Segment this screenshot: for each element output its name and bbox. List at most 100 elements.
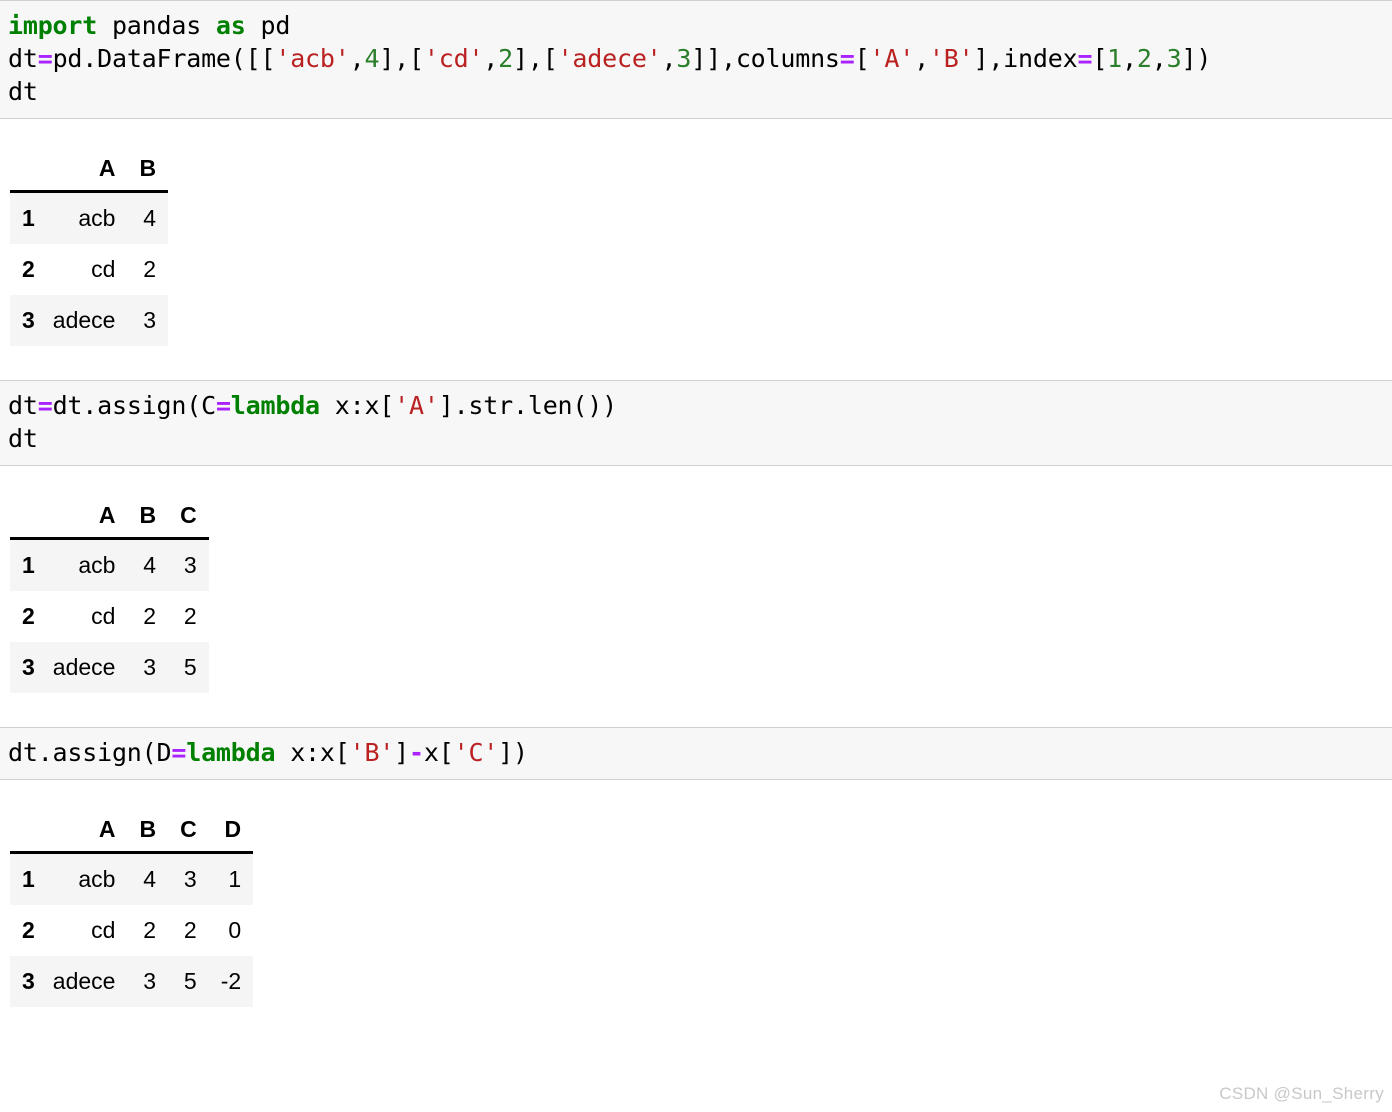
code-token-op: - (409, 738, 424, 767)
table-row: 1 acb 4 3 (10, 538, 209, 591)
code-token-plain: ]) (1181, 44, 1212, 73)
table-row: 2 cd 2 2 0 (10, 905, 254, 956)
cell-c: 5 (168, 956, 209, 1007)
table-row: 1 acb 4 3 1 (10, 852, 254, 905)
cell-b: 4 (127, 852, 169, 905)
code-token-plain: ].str.len()) (438, 391, 617, 420)
column-header-b: B (127, 810, 169, 854)
code-source: dt.assign(D=lambda x:x['B']-x['C']) (8, 736, 1392, 769)
cell-b: 3 (127, 642, 169, 693)
code-token-plain: , (349, 44, 365, 73)
cell-b: 3 (127, 295, 169, 346)
code-token-plain: , (661, 44, 677, 73)
code-token-str: 'A' (394, 391, 439, 420)
code-token-str: 'adece' (557, 44, 662, 73)
cell-a: adece (40, 295, 128, 346)
table-index-header (10, 496, 41, 540)
cell-c: 2 (168, 591, 209, 642)
dataframe-table: A B C 1 acb 4 3 2 cd 2 2 3 adece 3 5 (10, 496, 209, 693)
code-token-plain: ] (394, 738, 410, 767)
code-token-str: 'acb' (275, 44, 350, 73)
cell-2-assign-c[interactable]: dt=dt.assign(C=lambda x:x['A'].str.len()… (0, 380, 1392, 466)
table-row: 2 cd 2 (10, 244, 169, 295)
code-token-str: 'cd' (423, 44, 484, 73)
code-token-str: 'B' (928, 44, 974, 73)
output-spacer (0, 1007, 1392, 1041)
cell-spacer (0, 780, 1392, 810)
code-token-plain: [ (854, 44, 870, 73)
code-token-plain: dt (8, 44, 38, 73)
table-header-row: ABCD (10, 810, 254, 854)
code-token-num: 2 (1136, 44, 1152, 73)
cell-d: 1 (208, 852, 254, 905)
code-token-kw: lambda (230, 391, 320, 420)
cell-b: 2 (127, 591, 169, 642)
code-token-plain: [ (1092, 44, 1108, 73)
code-token-plain: ],[ (379, 44, 424, 73)
output-1-dataframe-ab: A B 1 acb 4 2 cd 2 3 adece 3 (0, 149, 1392, 346)
table-body: 1 acb 4 3 2 cd 2 2 3 adece 3 5 (10, 538, 209, 693)
code-token-plain: dt.assign(C (52, 391, 217, 420)
code-token-plain: ],[ (513, 44, 558, 73)
row-index-label: 2 (10, 591, 41, 642)
dataframe-table: A B 1 acb 4 2 cd 2 3 adece 3 (10, 149, 169, 346)
code-token-plain: ]) (498, 738, 528, 767)
row-index-label: 3 (10, 642, 41, 693)
cell-a: adece (40, 956, 128, 1007)
code-token-plain: pd (245, 11, 291, 40)
column-header-a: A (40, 496, 128, 540)
code-token-plain: ],index (973, 44, 1078, 73)
code-token-plain: , (483, 44, 499, 73)
code-token-kw: import (8, 11, 98, 40)
code-token-plain: x:x[ (319, 391, 395, 420)
table-row: 1 acb 4 (10, 191, 169, 244)
row-index-label: 2 (10, 905, 41, 956)
cell-d: 0 (208, 905, 254, 956)
column-header-c: C (168, 810, 209, 854)
table-index-header (10, 149, 41, 193)
code-token-num: 2 (498, 44, 514, 73)
table-row: 3 adece 3 (10, 295, 169, 346)
row-index-label: 1 (10, 852, 41, 905)
code-token-plain: , (914, 44, 929, 73)
code-token-plain: pd.DataFrame([[ (52, 44, 276, 73)
table-index-header (10, 810, 41, 854)
cell-a: cd (40, 905, 128, 956)
code-token-plain: x[ (423, 738, 454, 767)
table-row: 3 adece 3 5 (10, 642, 209, 693)
code-token-op: = (171, 738, 187, 767)
table-row: 2 cd 2 2 (10, 591, 209, 642)
cell-a: cd (40, 244, 128, 295)
code-token-plain: , (1122, 44, 1137, 73)
table-header: ABC (10, 496, 209, 540)
cell-b: 4 (127, 191, 169, 244)
code-token-op: = (37, 391, 53, 420)
cell-c: 3 (168, 852, 209, 905)
code-token-num: 3 (1166, 44, 1182, 73)
cell-c: 2 (168, 905, 209, 956)
cell-spacer (0, 466, 1392, 496)
table-body: 1 acb 4 2 cd 2 3 adece 3 (10, 191, 169, 346)
notebook-root: import pandas as pd dt=pd.DataFrame([['a… (0, 0, 1392, 1041)
code-token-plain: dt.assign(D (8, 738, 172, 767)
cell-a: adece (40, 642, 128, 693)
cell-b: 3 (127, 956, 169, 1007)
output-spacer (0, 693, 1392, 727)
column-header-a: A (40, 149, 128, 193)
code-token-op: = (839, 44, 855, 73)
column-header-c: C (168, 496, 209, 540)
table-row: 3 adece 3 5 -2 (10, 956, 254, 1007)
csdn-watermark: CSDN @Sun_Sherry (1219, 1084, 1384, 1103)
cell-1-import-dataframe[interactable]: import pandas as pd dt=pd.DataFrame([['a… (0, 0, 1392, 119)
cell-a: acb (40, 538, 128, 591)
table-header: AB (10, 149, 169, 193)
code-token-plain: dt (8, 77, 38, 106)
output-spacer (0, 346, 1392, 380)
dataframe-table: A B C D 1 acb 4 3 1 2 cd 2 2 0 3 adece 3 5 -2 (10, 810, 254, 1007)
cell-c: 3 (168, 538, 209, 591)
cell-a: cd (40, 591, 128, 642)
cell-3-assign-d[interactable]: dt.assign(D=lambda x:x['B']-x['C']) (0, 727, 1392, 780)
cell-a: acb (40, 852, 128, 905)
cell-b: 2 (127, 244, 169, 295)
code-token-kw: lambda (186, 738, 276, 767)
